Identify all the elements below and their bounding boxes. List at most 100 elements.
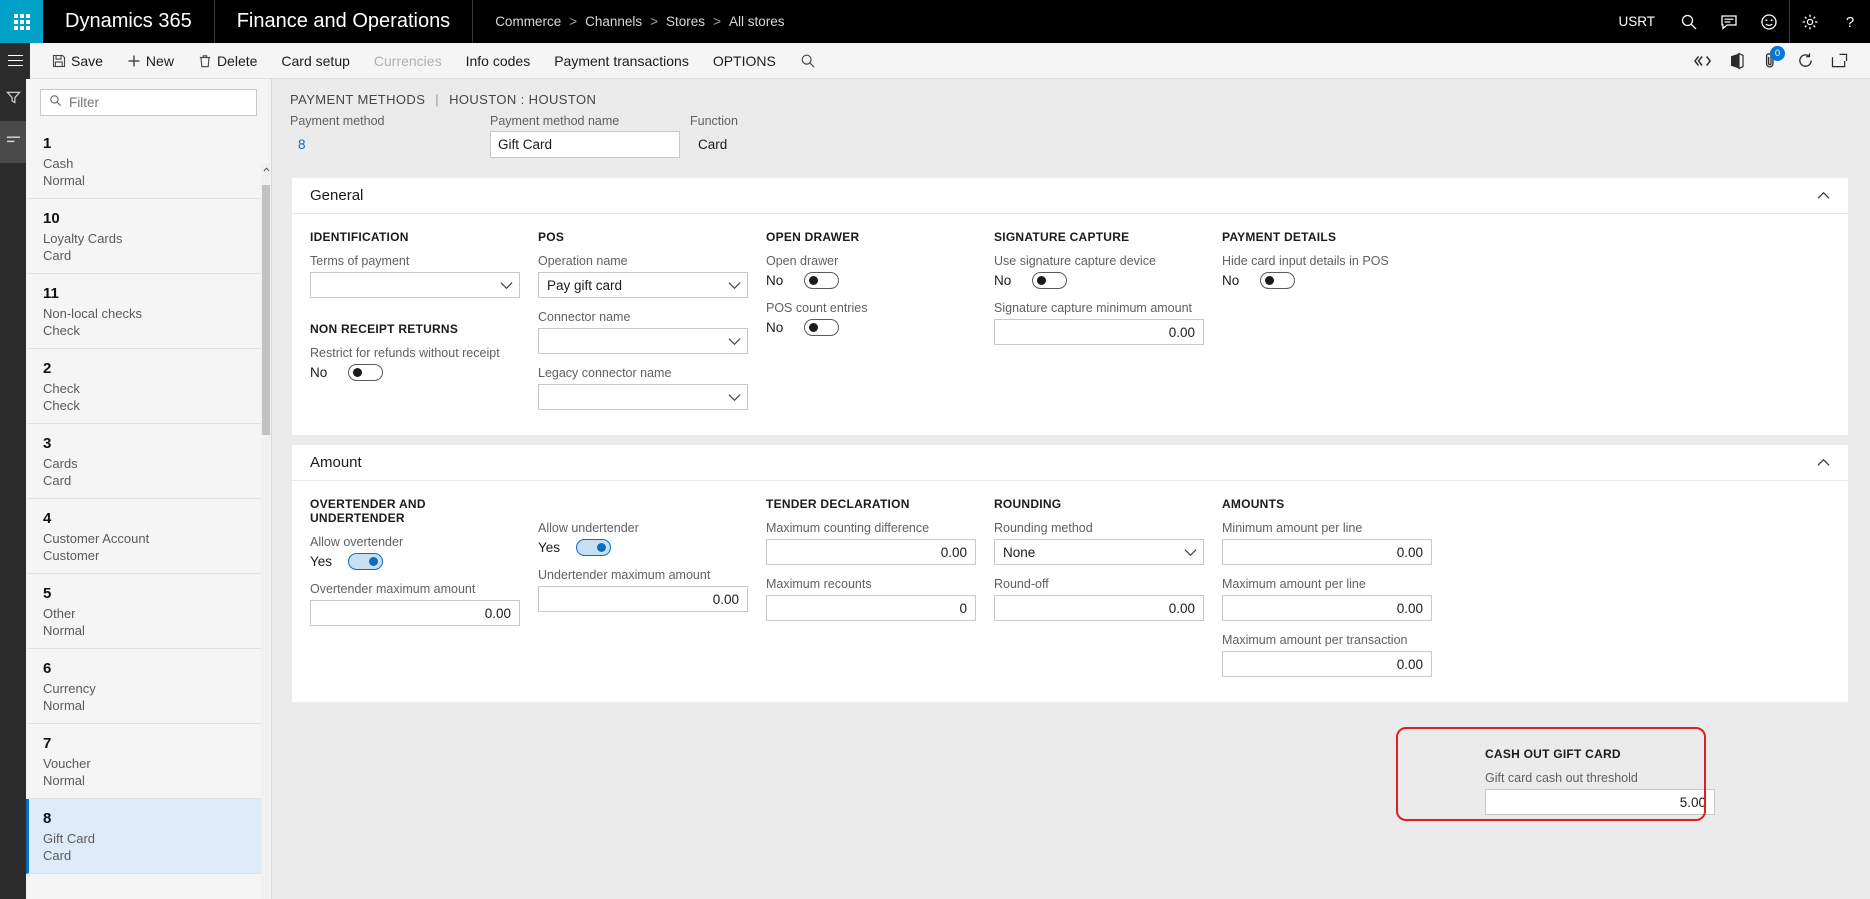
- maximum-amount-per-transaction-field: Maximum amount per transaction 0.00: [1222, 632, 1432, 677]
- currencies-button: Currencies: [362, 43, 454, 79]
- max-recounts-input[interactable]: 0: [766, 595, 976, 621]
- cash-out-gift-card-group: CASH OUT GIFT CARD Gift card cash out th…: [1485, 747, 1715, 826]
- list-item[interactable]: 4 Customer Account Customer: [26, 499, 271, 574]
- maximum-amount-per-line-label: Maximum amount per line: [1222, 577, 1366, 591]
- card-setup-label: Card setup: [281, 52, 350, 69]
- filter-rail-button[interactable]: [0, 79, 26, 121]
- list-pane-rail-button[interactable]: [0, 121, 26, 163]
- breadcrumb-item-channels[interactable]: Channels: [585, 14, 642, 29]
- app-launcher-button[interactable]: [0, 0, 43, 43]
- save-button[interactable]: Save: [40, 43, 115, 79]
- maximum-amount-per-transaction-input[interactable]: 0.00: [1222, 651, 1432, 677]
- list-scrollbar-thumb[interactable]: [262, 185, 270, 435]
- list-item[interactable]: 1 Cash Normal: [26, 124, 271, 199]
- refresh-icon[interactable]: [1788, 43, 1822, 79]
- breadcrumb-item-all-stores[interactable]: All stores: [729, 14, 785, 29]
- list-item[interactable]: 3 Cards Card: [26, 424, 271, 499]
- list-item-id: 5: [43, 585, 52, 602]
- rounding-method-select[interactable]: None: [994, 539, 1204, 565]
- list-item-id: 8: [43, 810, 52, 827]
- chevron-up-icon[interactable]: [1817, 187, 1830, 205]
- allow-undertender-field: Allow undertender Yes: [538, 520, 748, 556]
- navigation-menu-button[interactable]: [0, 42, 30, 79]
- office-icon[interactable]: [1720, 43, 1754, 79]
- open-drawer-field: Open drawer No: [766, 253, 976, 289]
- help-icon[interactable]: ?: [1830, 0, 1870, 43]
- list-item-name: Check: [43, 381, 80, 396]
- options-button[interactable]: OPTIONS: [701, 43, 788, 79]
- list-item-name: Cash: [43, 156, 74, 171]
- undertender-maximum-label: Undertender maximum amount: [538, 568, 711, 582]
- overtender-maximum-input[interactable]: 0.00: [310, 600, 520, 626]
- max-counting-difference-input[interactable]: 0.00: [766, 539, 976, 565]
- payment-transactions-button[interactable]: Payment transactions: [542, 43, 701, 79]
- popout-icon[interactable]: [1822, 43, 1856, 79]
- restrict-refunds-value: No: [310, 365, 328, 380]
- undertender-maximum-field: Undertender maximum amount 0.00: [538, 567, 748, 612]
- smiley-icon[interactable]: [1749, 0, 1789, 43]
- feedback-icon[interactable]: [1709, 0, 1749, 43]
- payment-method-value[interactable]: 8: [290, 131, 480, 158]
- restrict-refunds-toggle[interactable]: [348, 364, 383, 381]
- connector-name-select[interactable]: [538, 328, 748, 354]
- breadcrumb-item-stores[interactable]: Stores: [666, 14, 705, 29]
- attachment-icon[interactable]: 0: [1754, 43, 1788, 79]
- list-scrollbar[interactable]: [261, 163, 271, 899]
- info-codes-button[interactable]: Info codes: [454, 43, 543, 79]
- card-setup-button[interactable]: Card setup: [269, 43, 361, 79]
- minimum-amount-per-line-input[interactable]: 0.00: [1222, 539, 1432, 565]
- share-icon[interactable]: [1686, 43, 1720, 79]
- delete-button[interactable]: Delete: [186, 43, 269, 79]
- signature-minimum-amount-input[interactable]: 0.00: [994, 319, 1204, 345]
- list-item[interactable]: 5 Other Normal: [26, 574, 271, 649]
- payment-method-name-input[interactable]: Gift Card: [490, 131, 680, 158]
- toggle-knob: [809, 276, 818, 285]
- list-item[interactable]: 7 Voucher Normal: [26, 724, 271, 799]
- maximum-amount-per-line-input[interactable]: 0.00: [1222, 595, 1432, 621]
- scroll-up-icon[interactable]: [261, 163, 271, 175]
- hide-card-input-toggle[interactable]: [1260, 272, 1295, 289]
- top-bar-right-group: USRT ?: [1604, 0, 1870, 43]
- chevron-down-icon: [500, 278, 513, 293]
- plus-icon: [127, 54, 141, 68]
- use-signature-device-toggle[interactable]: [1032, 272, 1067, 289]
- list-item-type: Check: [43, 323, 80, 338]
- list-item-type: Normal: [43, 698, 85, 713]
- gift-card-cash-out-threshold-input[interactable]: 5.00: [1485, 789, 1715, 815]
- undertender-maximum-input[interactable]: 0.00: [538, 586, 748, 612]
- overtender-maximum-field: Overtender maximum amount 0.00: [310, 581, 520, 626]
- undertender-group: Allow undertender Yes Undertender maximu…: [538, 497, 766, 688]
- function-value[interactable]: Card: [690, 131, 880, 158]
- allow-undertender-toggle[interactable]: [576, 539, 611, 556]
- gear-icon[interactable]: [1790, 0, 1830, 43]
- open-drawer-toggle[interactable]: [804, 272, 839, 289]
- list-item-name: Other: [43, 606, 76, 621]
- filter-box[interactable]: [40, 89, 257, 116]
- list-item[interactable]: 2 Check Check: [26, 349, 271, 424]
- search-icon[interactable]: [1669, 0, 1709, 43]
- list-item[interactable]: 10 Loyalty Cards Card: [26, 199, 271, 274]
- top-navigation-bar: Dynamics 365 Finance and Operations Comm…: [0, 0, 1870, 43]
- list-scroll-area[interactable]: 1 Cash Normal 10 Loyalty Cards Card 11 N…: [26, 124, 271, 899]
- breadcrumb-item-commerce[interactable]: Commerce: [495, 14, 561, 29]
- legacy-connector-name-select[interactable]: [538, 384, 748, 410]
- action-search-button[interactable]: [788, 43, 828, 79]
- new-button[interactable]: New: [115, 43, 186, 79]
- breadcrumb-separator: >: [713, 14, 721, 29]
- allow-overtender-toggle[interactable]: [348, 553, 383, 570]
- pos-count-entries-toggle[interactable]: [804, 319, 839, 336]
- general-fasttab-header[interactable]: General: [292, 178, 1848, 214]
- list-item[interactable]: 11 Non-local checks Check: [26, 274, 271, 349]
- operation-name-label: Operation name: [538, 254, 628, 268]
- terms-of-payment-select[interactable]: [310, 272, 520, 298]
- operation-name-select[interactable]: Pay gift card: [538, 272, 748, 298]
- filter-input[interactable]: [69, 95, 248, 110]
- chevron-up-icon[interactable]: [1817, 454, 1830, 472]
- company-label[interactable]: USRT: [1604, 14, 1669, 29]
- list-item-name: Non-local checks: [43, 306, 142, 321]
- list-item-selected[interactable]: 8 Gift Card Card: [26, 799, 271, 874]
- list-item[interactable]: 6 Currency Normal: [26, 649, 271, 724]
- list-item-type: Customer: [43, 548, 100, 563]
- round-off-input[interactable]: 0.00: [994, 595, 1204, 621]
- amount-fasttab-header[interactable]: Amount: [292, 445, 1848, 481]
